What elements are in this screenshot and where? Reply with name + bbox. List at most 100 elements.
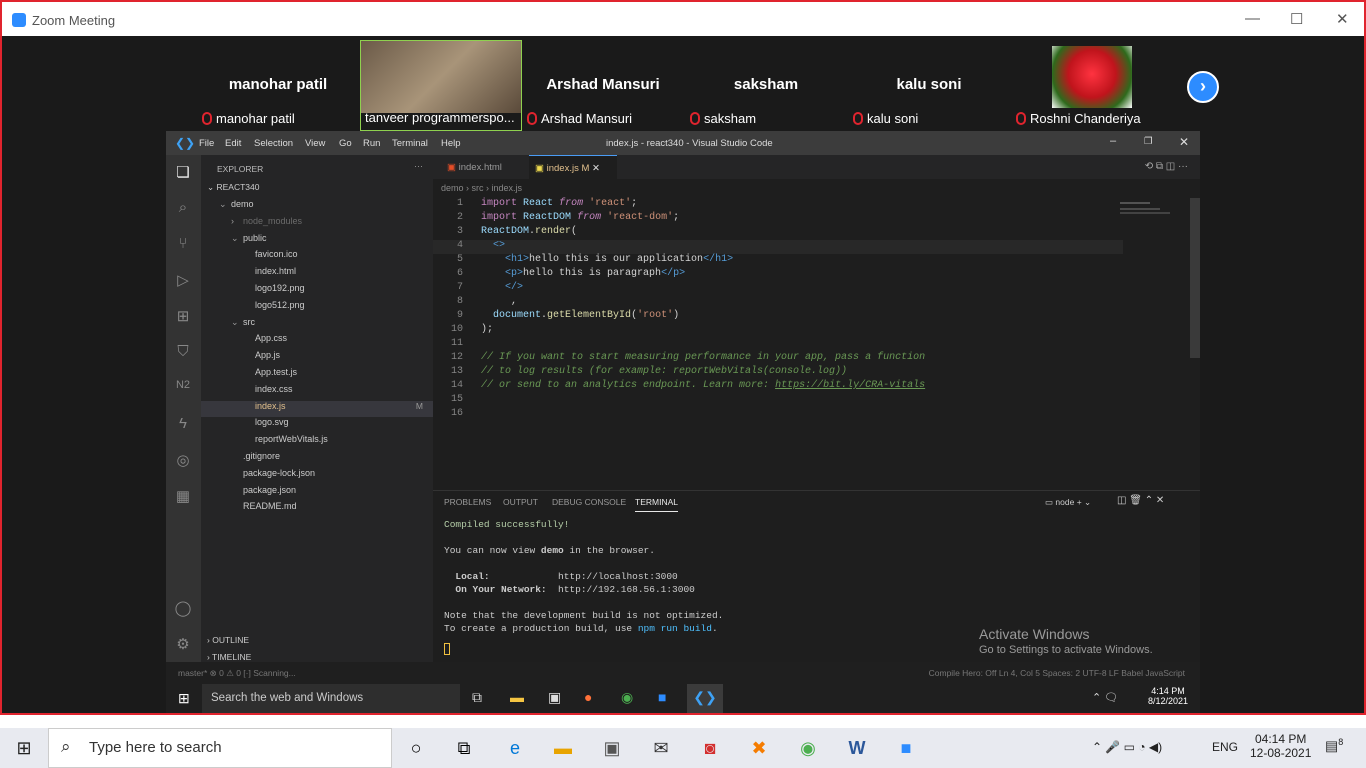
n2-icon[interactable]: N2 bbox=[174, 379, 192, 397]
status-right[interactable]: Compile Hero: Off Ln 4, Col 5 Spaces: 2 … bbox=[929, 668, 1185, 678]
tree-item[interactable]: package.json bbox=[201, 485, 433, 501]
project-root[interactable]: ⌄ REACT340 bbox=[201, 182, 433, 198]
tree-item[interactable]: reportWebVitals.js bbox=[201, 434, 433, 450]
file-explorer-icon[interactable]: ▬ bbox=[551, 736, 575, 760]
windows-start-icon[interactable]: ⊞ bbox=[178, 690, 190, 707]
participant-tile[interactable]: Roshni Chanderiya bbox=[1012, 40, 1172, 131]
zoom-icon[interactable]: ■ bbox=[894, 736, 918, 760]
tree-item[interactable]: › node_modules bbox=[201, 216, 433, 232]
tab-index-js[interactable]: ▣ index.js M ✕ bbox=[529, 155, 617, 179]
firefox-icon[interactable]: ● bbox=[584, 689, 592, 705]
participant-tile[interactable]: kalu soni kalu soni bbox=[849, 40, 1009, 131]
status-left[interactable]: master* ⊗ 0 ⚠ 0 [·] Scanning... bbox=[178, 668, 296, 679]
task-view-icon[interactable]: ⧉ bbox=[452, 736, 476, 760]
code-line: 12// If you want to start measuring perf… bbox=[450, 352, 926, 363]
zoom-icon[interactable]: ■ bbox=[658, 689, 666, 705]
participant-label: Arshad Mansuri bbox=[523, 111, 683, 129]
mail-icon[interactable]: ✉ bbox=[649, 736, 673, 760]
minimize-icon[interactable]: – bbox=[1110, 135, 1116, 147]
close-tab-icon[interactable]: ✕ bbox=[592, 163, 600, 174]
tree-item[interactable]: favicon.ico bbox=[201, 249, 433, 265]
maximize-icon[interactable]: ☐ bbox=[1290, 10, 1303, 28]
vscode-window-title: index.js - react340 - Visual Studio Code bbox=[606, 138, 773, 149]
tree-item[interactable]: index.js M bbox=[201, 400, 433, 417]
recorder-icon[interactable]: ◙ bbox=[698, 736, 722, 760]
tree-item[interactable]: .gitignore bbox=[201, 451, 433, 467]
shield-icon[interactable]: ⛉ bbox=[174, 343, 192, 361]
gear-icon[interactable]: ⚙ bbox=[174, 635, 192, 653]
menu-go[interactable]: Go bbox=[339, 138, 352, 149]
file-explorer-icon[interactable]: ▬ bbox=[510, 689, 524, 705]
minimize-icon[interactable]: — bbox=[1245, 10, 1260, 27]
database-icon[interactable]: ▦ bbox=[174, 487, 192, 505]
tree-item[interactable]: ⌄ demo bbox=[201, 199, 433, 215]
windows-start-icon[interactable]: ⊞ bbox=[12, 736, 36, 760]
store-icon[interactable]: ▣ bbox=[600, 736, 624, 760]
tree-item[interactable]: ⌄ src bbox=[201, 317, 433, 333]
more-actions-icon[interactable]: ··· bbox=[414, 161, 423, 171]
vscode-taskbar-icon[interactable]: ❮❯ bbox=[687, 684, 723, 713]
terminal-shell-select[interactable]: ▭ node + ⌄ bbox=[1045, 497, 1091, 508]
tab-terminal[interactable]: TERMINAL bbox=[635, 497, 678, 512]
notifications-icon[interactable]: ▤8 bbox=[1325, 737, 1343, 755]
participant-tile[interactable]: saksham saksham bbox=[686, 40, 846, 131]
tree-item[interactable]: README.md bbox=[201, 501, 433, 517]
outline-section[interactable]: › OUTLINE bbox=[201, 635, 433, 651]
lightning-icon[interactable]: ϟ bbox=[174, 415, 192, 433]
taskbar-search-box[interactable]: ⌕ Type here to search bbox=[48, 728, 392, 768]
close-icon[interactable]: ✕ bbox=[1179, 135, 1189, 149]
chrome-icon[interactable]: ◉ bbox=[796, 736, 820, 760]
xampp-icon[interactable]: ✖ bbox=[747, 736, 771, 760]
editor-scrollbar[interactable] bbox=[1190, 198, 1200, 358]
task-view-icon[interactable]: ⧉ bbox=[472, 689, 482, 706]
search-icon[interactable]: ⌕ bbox=[174, 199, 192, 217]
panel-actions-icon[interactable]: ◫ 🗑 ⌃ ✕ bbox=[1117, 495, 1164, 506]
next-page-button[interactable]: › bbox=[1187, 71, 1219, 103]
participant-tile[interactable]: manohar patil manohar patil bbox=[198, 40, 358, 131]
close-icon[interactable]: ✕ bbox=[1336, 10, 1349, 28]
tree-item[interactable]: logo.svg bbox=[201, 417, 433, 433]
shared-search-box[interactable]: Search the web and Windows bbox=[202, 684, 460, 713]
participant-tile-active[interactable]: tanveer programmerspo... bbox=[360, 40, 522, 131]
edge-icon[interactable]: e bbox=[503, 736, 527, 760]
tree-item[interactable]: logo192.png bbox=[201, 283, 433, 299]
tab-debug-console[interactable]: DEBUG CONSOLE bbox=[552, 497, 626, 507]
participant-tile[interactable]: Arshad Mansuri Arshad Mansuri bbox=[523, 40, 683, 131]
clock[interactable]: 04:14 PM 12-08-2021 bbox=[1250, 732, 1311, 760]
menu-edit[interactable]: Edit bbox=[225, 138, 241, 149]
tree-item[interactable]: index.css bbox=[201, 384, 433, 400]
tree-item[interactable]: App.test.js bbox=[201, 367, 433, 383]
word-icon[interactable]: W bbox=[845, 736, 869, 760]
explorer-icon[interactable]: ❏ bbox=[174, 163, 192, 181]
account-icon[interactable]: ◯ bbox=[174, 599, 192, 617]
muted-mic-icon bbox=[690, 112, 700, 125]
tray-icons[interactable]: ⌃ 🎤 ▭ ◔ ◀) bbox=[1092, 740, 1162, 754]
tree-item[interactable]: ⌄ public bbox=[201, 233, 433, 249]
editor-actions-icon[interactable]: ⟲ ⧉ ◫ ··· bbox=[1145, 161, 1188, 172]
language-indicator[interactable]: ENG bbox=[1212, 740, 1238, 754]
menu-help[interactable]: Help bbox=[441, 138, 461, 149]
chrome-icon[interactable]: ◉ bbox=[621, 689, 633, 706]
tree-item[interactable]: App.css bbox=[201, 333, 433, 349]
menu-view[interactable]: View bbox=[305, 138, 325, 149]
menu-file[interactable]: File bbox=[199, 138, 214, 149]
cortana-icon[interactable]: ○ bbox=[404, 736, 428, 760]
tree-item[interactable]: App.js bbox=[201, 350, 433, 366]
tree-item[interactable]: logo512.png bbox=[201, 300, 433, 316]
extensions-icon[interactable]: ⊞ bbox=[174, 307, 192, 325]
tab-index-html[interactable]: ▣ index.html bbox=[441, 155, 529, 179]
restore-icon[interactable]: ❐ bbox=[1144, 136, 1153, 147]
run-debug-icon[interactable]: ▷ bbox=[174, 271, 192, 289]
tray-icons[interactable]: ⌃ 🗨 bbox=[1092, 691, 1118, 704]
minimap[interactable] bbox=[1120, 198, 1190, 358]
tab-output[interactable]: OUTPUT bbox=[503, 497, 538, 507]
menu-run[interactable]: Run bbox=[363, 138, 380, 149]
tree-item[interactable]: index.html bbox=[201, 266, 433, 282]
source-control-icon[interactable]: ⑂ bbox=[174, 235, 192, 253]
store-icon[interactable]: ▣ bbox=[548, 689, 561, 706]
menu-terminal[interactable]: Terminal bbox=[392, 138, 428, 149]
tab-problems[interactable]: PROBLEMS bbox=[444, 497, 491, 507]
menu-selection[interactable]: Selection bbox=[254, 138, 293, 149]
globe-icon[interactable]: ◎ bbox=[174, 451, 192, 469]
tree-item[interactable]: package-lock.json bbox=[201, 468, 433, 484]
